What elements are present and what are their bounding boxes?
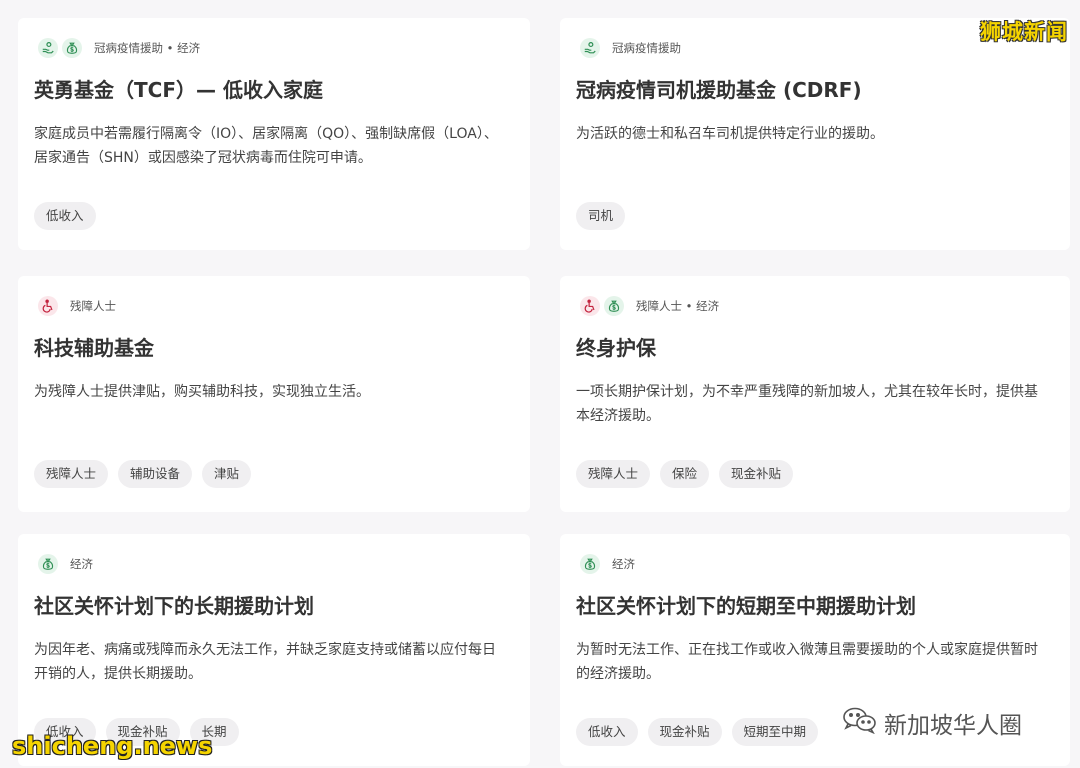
money-bag-icon: [604, 296, 624, 316]
card-description: 为因年老、病痛或残障而永久无法工作，并缺乏家庭支持或储蓄以应付每日开销的人，提供…: [34, 642, 496, 682]
watermark-text: 新加坡华人圈: [884, 713, 1022, 739]
relief-hand-icon: [580, 38, 600, 58]
card-meta: 残障人士 • 经济: [580, 296, 719, 316]
card-meta: 冠病疫情援助: [580, 38, 681, 58]
card-title[interactable]: 社区关怀计划下的长期援助计划: [34, 590, 314, 619]
tag[interactable]: 现金补贴: [647, 718, 722, 746]
watermark-bottom-right: 新加坡华人圈: [842, 706, 1022, 740]
card-title[interactable]: 终身护保: [576, 332, 656, 361]
tag[interactable]: 辅助设备: [118, 460, 193, 488]
card-title[interactable]: 冠病疫情司机援助基金 (CDRF): [576, 74, 862, 103]
wheelchair-icon: [38, 296, 58, 316]
card-assistive-tech-fund[interactable]: 残障人士 科技辅助基金 为残障人士提供津贴，购买辅助科技，实现独立生活。 残障人…: [18, 276, 530, 512]
card-title[interactable]: 英勇基金（TCF）— 低收入家庭: [34, 74, 323, 103]
tag[interactable]: 低收入: [576, 718, 638, 746]
card-category: 残障人士: [70, 299, 116, 313]
card-title[interactable]: 科技辅助基金: [34, 332, 154, 361]
tag[interactable]: 短期至中期: [731, 718, 819, 746]
tag[interactable]: 残障人士: [576, 460, 651, 488]
tag[interactable]: 保险: [660, 460, 710, 488]
tag-list: 司机: [576, 202, 626, 230]
money-bag-icon: [580, 554, 600, 574]
card-cdrf[interactable]: 冠病疫情援助 冠病疫情司机援助基金 (CDRF) 为活跃的德士和私召车司机提供特…: [560, 18, 1070, 250]
card-meta: 冠病疫情援助 • 经济: [38, 38, 200, 58]
tag[interactable]: 司机: [576, 202, 626, 230]
card-category: 经济: [612, 557, 635, 571]
tag[interactable]: 残障人士: [34, 460, 109, 488]
tag-list: 低收入 现金补贴 短期至中期: [576, 718, 819, 746]
card-description: 家庭成员中若需履行隔离令（IO）、居家隔离（QO）、强制缺席假（LOA）、居家通…: [34, 126, 498, 166]
card-meta: 经济: [38, 554, 93, 574]
tag[interactable]: 津贴: [202, 460, 252, 488]
card-description: 为残障人士提供津贴，购买辅助科技，实现独立生活。: [34, 384, 370, 400]
money-bag-icon: [62, 38, 82, 58]
tag[interactable]: 低收入: [34, 202, 96, 230]
card-category: 冠病疫情援助: [612, 41, 681, 55]
card-category: 经济: [70, 557, 93, 571]
card-meta: 残障人士: [38, 296, 116, 316]
card-tcf[interactable]: 冠病疫情援助 • 经济 英勇基金（TCF）— 低收入家庭 家庭成员中若需履行隔离…: [18, 18, 530, 250]
card-title[interactable]: 社区关怀计划下的短期至中期援助计划: [576, 590, 916, 619]
tag-list: 残障人士 保险 现金补贴: [576, 460, 794, 488]
watermark-bottom-left: shicheng.news: [12, 732, 213, 760]
tag-list: 残障人士 辅助设备 津贴: [34, 460, 252, 488]
card-description: 为活跃的德士和私召车司机提供特定行业的援助。: [576, 126, 884, 142]
card-careshield-life[interactable]: 残障人士 • 经济 终身护保 一项长期护保计划，为不幸严重残障的新加坡人，尤其在…: [560, 276, 1070, 512]
money-bag-icon: [38, 554, 58, 574]
card-description: 一项长期护保计划，为不幸严重残障的新加坡人，尤其在较年长时，提供基本经济援助。: [576, 384, 1038, 424]
wechat-icon: [842, 706, 878, 740]
tag[interactable]: 现金补贴: [719, 460, 794, 488]
wheelchair-icon: [580, 296, 600, 316]
tag-list: 低收入: [34, 202, 96, 230]
card-meta: 经济: [580, 554, 635, 574]
watermark-top-right: 狮城新闻: [980, 20, 1068, 44]
card-category: 冠病疫情援助 • 经济: [94, 41, 201, 55]
card-description: 为暂时无法工作、正在找工作或收入微薄且需要援助的个人或家庭提供暂时的经济援助。: [576, 642, 1038, 682]
relief-hand-icon: [38, 38, 58, 58]
card-category: 残障人士 • 经济: [636, 299, 720, 313]
